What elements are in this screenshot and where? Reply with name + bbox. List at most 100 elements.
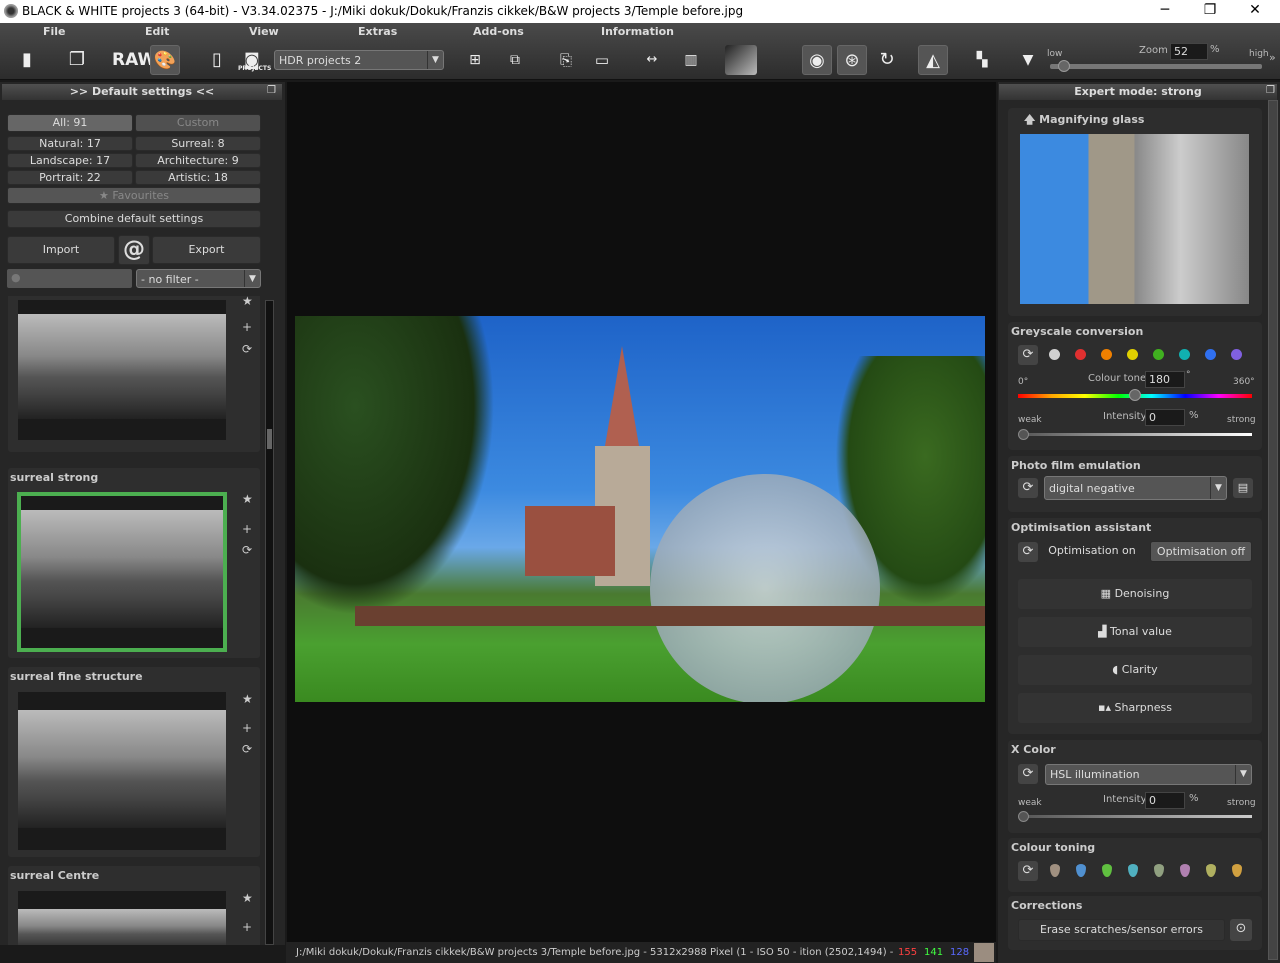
reset-icon[interactable]: ⟳ [1018,478,1038,498]
toning-drop-icon[interactable] [1050,864,1060,877]
toning-drop-icon[interactable] [1102,864,1112,877]
preset-item[interactable]: surreal Centre ★ + [8,866,260,945]
toning-drop-icon[interactable] [1076,864,1086,877]
colour-filter-swatch[interactable] [1231,349,1242,360]
clarity-button[interactable]: ◖ Clarity [1018,655,1252,685]
combine-settings-button[interactable]: Combine default settings [7,210,261,228]
zoom-slider[interactable] [1050,60,1262,72]
colour-tone-input[interactable]: 180 [1145,371,1185,388]
export-multi-icon[interactable]: ⧉ [500,45,530,75]
tonal-value-button[interactable]: ▟ Tonal value [1018,617,1252,647]
menu-extras[interactable]: Extras [358,25,397,38]
xcolor-select[interactable]: HSL illumination ▼ [1045,764,1252,785]
reset-icon[interactable]: ⟳ [1018,542,1038,562]
toning-drop-icon[interactable] [1232,864,1242,877]
fit-icon[interactable]: ▼ [1013,45,1043,75]
plus-icon[interactable]: + [242,721,252,735]
optimisation-on-button[interactable]: Optimisation on [1044,541,1140,562]
filter-select[interactable]: - no filter - ▼ [136,269,261,288]
filter-button[interactable]: Artistic: 18 [135,170,261,185]
pattern-icon[interactable]: ▚ [967,45,997,75]
export-button[interactable]: Export [152,236,261,264]
star-icon[interactable]: ★ [242,891,253,905]
new-file-icon[interactable]: ▮ [12,45,42,75]
steering-icon[interactable]: ⊛ [837,45,867,75]
toning-drop-icon[interactable] [1128,864,1138,877]
search-input[interactable]: ● [7,269,132,288]
colour-filter-swatch[interactable] [1101,349,1112,360]
filter-button[interactable]: Surreal: 8 [135,136,261,151]
zoom-slider-handle[interactable] [1058,60,1070,72]
slider-handle[interactable] [1018,429,1029,440]
xcolor-intensity-slider[interactable] [1018,811,1252,822]
preset-scrollbar[interactable] [265,300,274,945]
star-icon[interactable]: ★ [242,296,253,308]
raw-button[interactable]: RAW [112,45,156,75]
undock-icon[interactable]: ❐ [1266,85,1275,96]
batch-icon[interactable]: ⊞ [460,45,490,75]
colour-filter-swatch[interactable] [1153,349,1164,360]
denoising-button[interactable]: ▦ Denoising [1018,579,1252,609]
star-icon[interactable]: ★ [242,692,253,706]
toning-drop-icon[interactable] [1206,864,1216,877]
xcolor-intensity-input[interactable]: 0 [1145,792,1185,809]
sharpness-button[interactable]: ▪▴ Sharpness [1018,693,1252,723]
plus-icon[interactable]: + [242,522,252,536]
minimize-button[interactable]: ─ [1150,2,1180,18]
reset-icon[interactable]: ⟳ [1018,861,1038,881]
close-button[interactable]: ✕ [1240,2,1270,18]
histogram-icon[interactable] [725,45,757,75]
menu-file[interactable]: File [43,25,66,38]
import-button[interactable]: Import [7,236,115,264]
preset-item[interactable]: surreal strong ★ + ⟳ [8,468,260,658]
menu-addons[interactable]: Add-ons [473,25,524,38]
toning-drop-icon[interactable] [1154,864,1164,877]
at-button[interactable]: @ [118,235,150,265]
slider-handle[interactable] [1129,389,1141,401]
corrections-settings-icon[interactable]: ⊙ [1230,919,1252,941]
menu-edit[interactable]: Edit [145,25,169,38]
film-browser-icon[interactable]: ▤ [1233,478,1253,498]
slider-handle[interactable] [1018,811,1029,822]
preset-item[interactable]: surreal fine structure ★ + ⟳ [8,667,260,857]
more-icon[interactable]: » [1269,51,1276,64]
colour-tone-slider[interactable] [1018,389,1252,401]
film-select[interactable]: digital negative ▼ [1044,476,1227,500]
zoom-input[interactable]: 52 [1170,43,1208,60]
redo-icon[interactable]: ↻ [872,45,902,75]
optimisation-off-button[interactable]: Optimisation off [1150,541,1252,562]
loupe-icon[interactable]: ▥ [676,45,706,75]
reset-icon[interactable]: ⟳ [1018,345,1038,365]
colour-filter-swatch[interactable] [1075,349,1086,360]
colour-filter-swatch[interactable] [1179,349,1190,360]
projects-button[interactable]: ◙ PROJECTS [238,45,271,75]
compare-icon[interactable]: ▭ [587,45,617,75]
maximize-button[interactable]: ❐ [1195,2,1225,18]
colour-filter-swatch[interactable] [1127,349,1138,360]
preset-item[interactable]: ★ + ⟳ [8,296,260,452]
intensity-input[interactable]: 0 [1145,409,1185,426]
open-file-icon[interactable]: ❐ [62,45,92,75]
filter-button[interactable]: Natural: 17 [7,136,133,151]
reset-icon[interactable]: ⟳ [1018,764,1038,784]
split-view-icon[interactable]: ↔ [637,45,667,75]
erase-scratches-button[interactable]: Erase scratches/sensor errors [1018,919,1225,941]
refresh-icon[interactable]: ⟳ [242,742,252,756]
menu-information[interactable]: Information [601,25,674,38]
scrollbar-thumb[interactable] [267,429,272,449]
favourites-button[interactable]: ★ Favourites [7,187,261,204]
filter-button[interactable]: Portrait: 22 [7,170,133,185]
expert-scrollbar[interactable] [1268,100,1278,960]
filter-button[interactable]: Landscape: 17 [7,153,133,168]
refresh-icon[interactable]: ⟳ [242,543,252,557]
intensity-slider[interactable] [1018,429,1252,440]
plus-icon[interactable]: + [242,320,252,334]
image-viewport[interactable] [287,82,996,942]
refresh-icon[interactable]: ⟳ [242,342,252,356]
undo-save-icon[interactable]: ⎘ [551,45,581,75]
save-icon[interactable]: ▯ [202,45,232,75]
undock-icon[interactable]: ❐ [267,85,276,96]
filter-button[interactable]: All: 91 [7,114,133,132]
filter-button[interactable]: Architecture: 9 [135,153,261,168]
filter-button[interactable]: Custom [135,114,261,132]
